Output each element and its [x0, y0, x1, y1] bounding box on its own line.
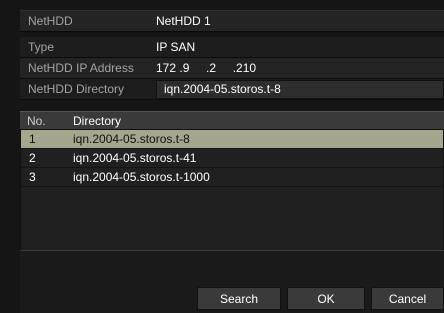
- row-directory: iqn.2004-05.storos.t-1000: [73, 170, 210, 184]
- row-directory: iqn.2004-05.storos.t-8: [73, 132, 190, 146]
- table-row[interactable]: 2 iqn.2004-05.storos.t-41: [21, 149, 443, 168]
- search-button[interactable]: Search: [197, 287, 281, 310]
- ip-label: NetHDD IP Address: [28, 61, 134, 75]
- row-directory: iqn.2004-05.storos.t-41: [73, 151, 197, 165]
- row-number: 1: [29, 132, 36, 146]
- directory-row: NetHDD Directory iqn.2004-05.storos.t-8: [20, 79, 444, 100]
- ip-field[interactable]: 172 .9 .2 .210: [152, 61, 444, 75]
- type-label: Type: [28, 40, 55, 54]
- type-value[interactable]: IP SAN: [152, 40, 444, 54]
- row-number: 2: [29, 151, 36, 165]
- row-number: 3: [29, 170, 36, 184]
- directory-label: NetHDD Directory: [28, 82, 125, 96]
- header-no: No.: [27, 113, 46, 128]
- directory-table[interactable]: 1 iqn.2004-05.storos.t-8 2 iqn.2004-05.s…: [20, 130, 444, 250]
- table-row[interactable]: 3 iqn.2004-05.storos.t-1000: [21, 168, 443, 187]
- directory-value-field[interactable]: iqn.2004-05.storos.t-8: [152, 79, 444, 99]
- type-row: Type IP SAN: [20, 37, 444, 58]
- directory-table-header: No. Directory: [20, 111, 444, 130]
- ip-value: 172 .9 .2 .210: [156, 61, 257, 75]
- table-row[interactable]: 1 iqn.2004-05.storos.t-8: [21, 130, 443, 149]
- cancel-button[interactable]: Cancel: [371, 287, 444, 310]
- ok-button[interactable]: OK: [287, 287, 365, 310]
- nethdd-label: NetHDD: [28, 14, 73, 28]
- nethdd-value[interactable]: NetHDD 1: [152, 14, 444, 28]
- header-directory: Directory: [73, 113, 122, 128]
- ip-row: NetHDD IP Address 172 .9 .2 .210: [20, 58, 444, 79]
- directory-value: iqn.2004-05.storos.t-8: [156, 79, 444, 99]
- nethdd-row: NetHDD NetHDD 1: [20, 10, 444, 32]
